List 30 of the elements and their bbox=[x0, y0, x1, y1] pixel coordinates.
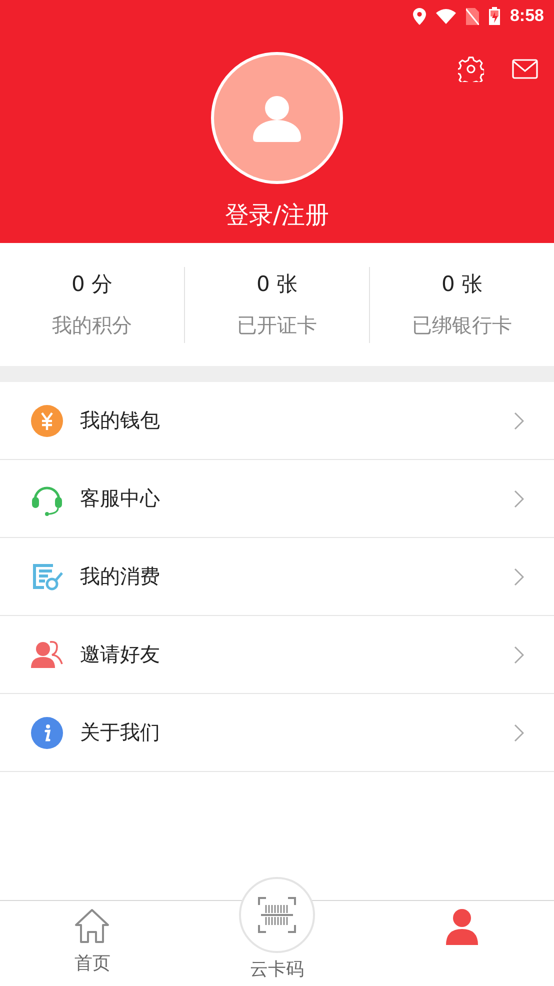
menu-item[interactable]: 我的钱包 bbox=[0, 382, 554, 460]
battery-icon bbox=[488, 7, 500, 25]
house-icon bbox=[73, 907, 112, 945]
settings-icon[interactable] bbox=[458, 56, 484, 82]
barcode-scan-icon bbox=[257, 895, 297, 935]
stat-label: 已开证卡 bbox=[237, 312, 317, 339]
stat-value: 0 分 bbox=[71, 271, 113, 298]
location-icon bbox=[412, 8, 426, 24]
stat-label: 我的积分 bbox=[52, 312, 132, 339]
no-sim-icon bbox=[466, 8, 479, 24]
menu-item[interactable]: 关于我们 bbox=[0, 694, 554, 772]
stat-value: 0 张 bbox=[256, 271, 298, 298]
menu-item[interactable]: 邀请好友 bbox=[0, 616, 554, 694]
info-icon bbox=[30, 716, 64, 748]
stat-value: 0 张 bbox=[441, 271, 483, 298]
status-time: 8:58 bbox=[510, 6, 544, 26]
menu-item[interactable]: 我的消费 bbox=[0, 538, 554, 616]
chevron-icon bbox=[514, 568, 524, 586]
tab[interactable]: 云卡码 bbox=[184, 877, 370, 986]
yen-coin-icon bbox=[30, 404, 64, 436]
mail-icon[interactable] bbox=[512, 59, 538, 79]
login-link[interactable]: 登录/注册 bbox=[224, 200, 330, 230]
chevron-icon bbox=[514, 724, 524, 742]
stat-label: 已绑银行卡 bbox=[412, 312, 512, 339]
tab[interactable]: 首页 bbox=[0, 901, 185, 986]
wifi-icon bbox=[436, 8, 456, 24]
menu-item[interactable]: 客服中心 bbox=[0, 460, 554, 538]
chevron-icon bbox=[514, 490, 524, 508]
chevron-icon bbox=[514, 412, 524, 430]
chevron-icon bbox=[514, 646, 524, 664]
